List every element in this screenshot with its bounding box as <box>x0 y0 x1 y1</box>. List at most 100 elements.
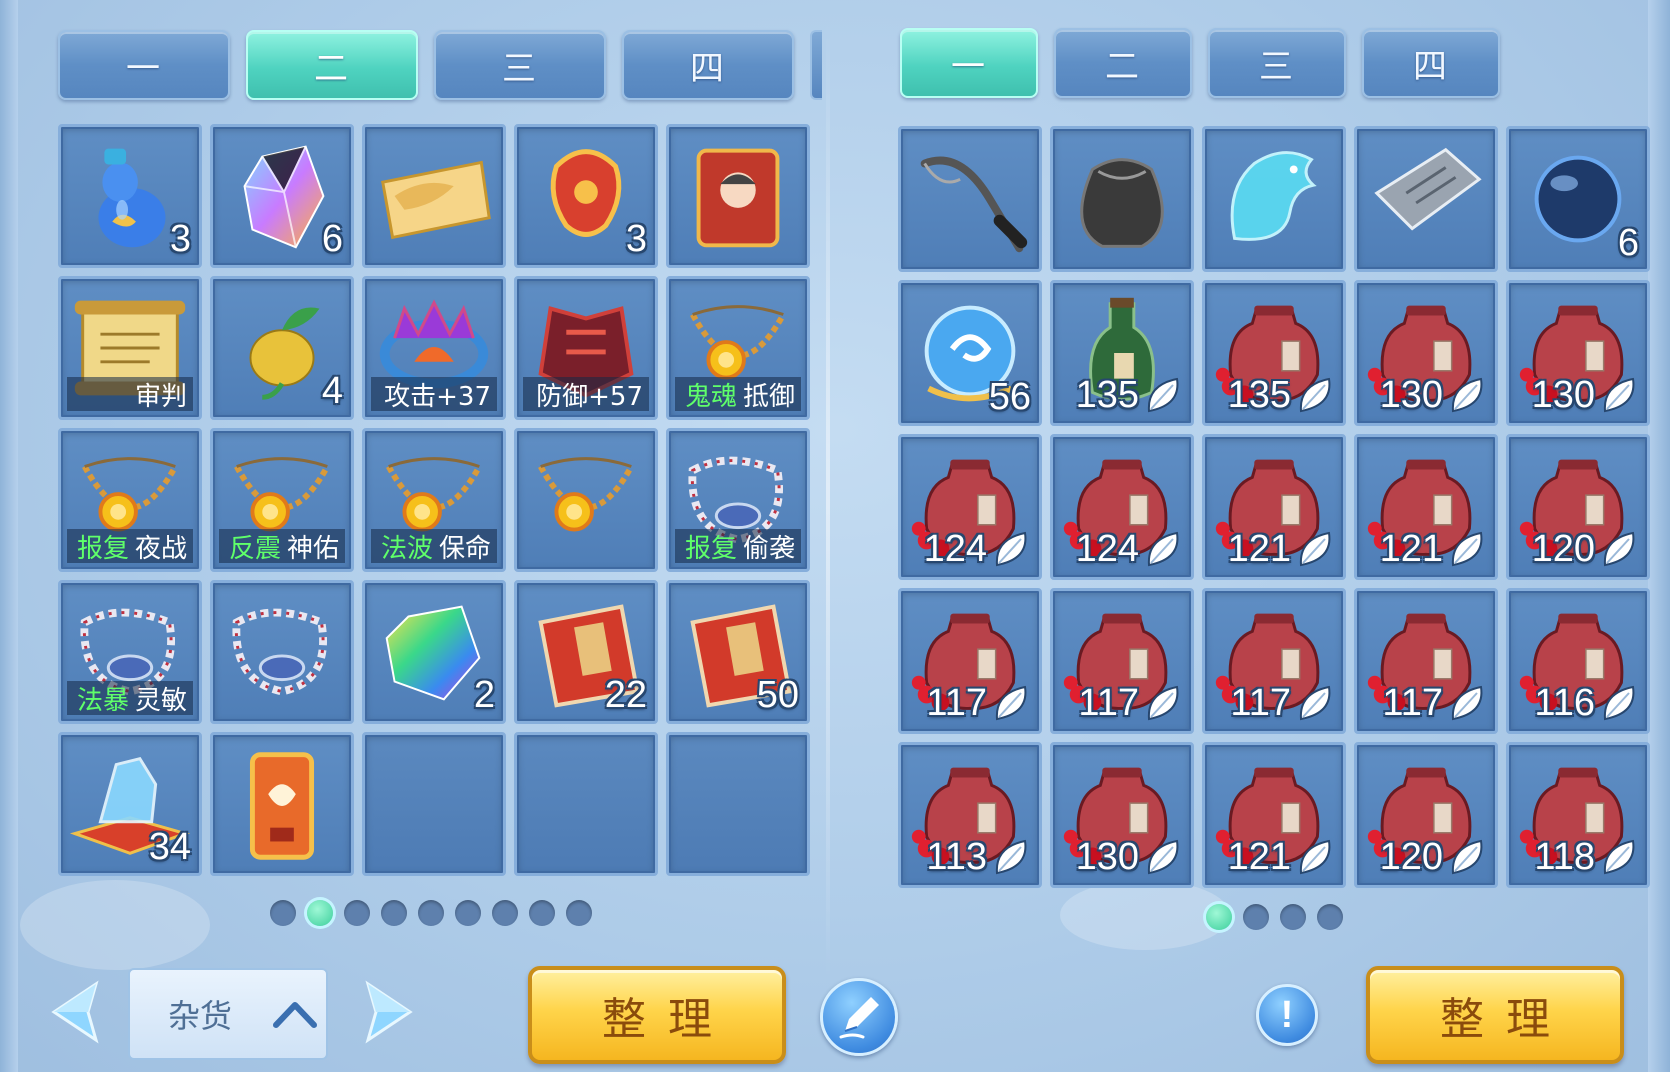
item-slot[interactable] <box>210 732 354 876</box>
item-slot[interactable] <box>1202 126 1346 272</box>
leaf-icon <box>1299 839 1331 875</box>
backpack-tab-overflow[interactable] <box>810 30 822 100</box>
storage-tab-1[interactable]: 一 <box>900 28 1038 98</box>
item-slot[interactable]: 116 <box>1506 588 1650 734</box>
item-slot[interactable] <box>666 124 810 268</box>
item-count: 6 <box>1617 222 1639 264</box>
leaf-icon <box>1147 377 1179 413</box>
item-slot[interactable]: 121 <box>1354 434 1498 580</box>
leaf-icon <box>1603 685 1635 721</box>
page-dot[interactable] <box>418 900 444 926</box>
item-slot[interactable] <box>210 580 354 724</box>
item-slot[interactable]: 118 <box>1506 742 1650 888</box>
item-slot[interactable]: 124 <box>898 434 1042 580</box>
storage-tab-4[interactable]: 四 <box>1362 28 1500 98</box>
page-dot[interactable] <box>1280 904 1306 930</box>
item-slot[interactable]: 124 <box>1050 434 1194 580</box>
rename-button[interactable] <box>820 978 898 1056</box>
item-count: 124 <box>923 528 987 570</box>
backpack-tab-2[interactable]: 二 <box>246 30 418 100</box>
prev-category-arrow-icon[interactable] <box>36 972 106 1052</box>
item-slot[interactable]: 防御+57 <box>514 276 658 420</box>
item-slot[interactable]: 121 <box>1202 742 1346 888</box>
item-slot[interactable]: 120 <box>1354 742 1498 888</box>
storage-tab-3[interactable]: 三 <box>1208 28 1346 98</box>
item-slot[interactable] <box>1050 126 1194 272</box>
item-affix-label: 鬼魂 抵御 <box>675 377 801 412</box>
item-slot[interactable]: 6 <box>1506 126 1650 272</box>
item-slot[interactable]: 法暴 灵敏 <box>58 580 202 724</box>
item-slot[interactable] <box>898 126 1042 272</box>
item-count: 113 <box>926 836 987 878</box>
item-slot[interactable]: 法波 保命 <box>362 428 506 572</box>
item-slot[interactable]: 130 <box>1506 280 1650 426</box>
item-slot[interactable]: 121 <box>1202 434 1346 580</box>
storage-tab-2[interactable]: 二 <box>1054 28 1192 98</box>
storage-grid: 6 56 135 135 130 130 124 124 121 121 120 117 117 117 1… <box>898 126 1650 888</box>
item-count: 130 <box>1531 374 1595 416</box>
page-dot[interactable] <box>1317 904 1343 930</box>
item-slot[interactable]: 135 <box>1202 280 1346 426</box>
item-slot[interactable] <box>514 428 658 572</box>
leaf-icon <box>1603 839 1635 875</box>
category-selector[interactable]: 杂货 <box>128 968 328 1060</box>
item-count: 117 <box>926 682 987 724</box>
item-count: 118 <box>1534 836 1595 878</box>
info-button[interactable]: ! <box>1256 984 1318 1046</box>
empty-slot[interactable] <box>666 732 810 876</box>
affix-special-text: 鬼魂 <box>684 381 737 412</box>
affix-text: 保命 <box>438 533 491 564</box>
page-dot[interactable] <box>1206 904 1232 930</box>
item-slot[interactable]: 50 <box>666 580 810 724</box>
page-dot[interactable] <box>381 900 407 926</box>
backpack-sort-button[interactable]: 整理 <box>528 966 786 1064</box>
page-dot[interactable] <box>1243 904 1269 930</box>
item-slot[interactable]: 3 <box>514 124 658 268</box>
item-slot[interactable]: 3 <box>58 124 202 268</box>
page-dot[interactable] <box>344 900 370 926</box>
black-pouch-icon <box>1080 158 1164 248</box>
page-dot[interactable] <box>270 900 296 926</box>
item-slot[interactable] <box>1354 126 1498 272</box>
empty-slot[interactable] <box>362 732 506 876</box>
storage-sort-button[interactable]: 整理 <box>1366 966 1624 1064</box>
item-slot[interactable]: 22 <box>514 580 658 724</box>
backpack-tab-3[interactable]: 三 <box>434 30 606 100</box>
item-slot[interactable]: 117 <box>1050 588 1194 734</box>
item-count: 121 <box>1379 528 1443 570</box>
item-count: 50 <box>756 674 799 716</box>
item-slot[interactable]: 4 <box>210 276 354 420</box>
item-slot[interactable]: 6 <box>210 124 354 268</box>
item-slot[interactable]: 117 <box>1202 588 1346 734</box>
page-dot[interactable] <box>566 900 592 926</box>
item-slot[interactable]: 报复 夜战 <box>58 428 202 572</box>
item-slot[interactable]: 117 <box>898 588 1042 734</box>
page-dot[interactable] <box>529 900 555 926</box>
page-dot[interactable] <box>492 900 518 926</box>
item-slot[interactable]: 135 <box>1050 280 1194 426</box>
item-slot[interactable]: 审判 <box>58 276 202 420</box>
item-slot[interactable]: 130 <box>1050 742 1194 888</box>
item-count: 121 <box>1227 528 1291 570</box>
item-slot[interactable]: 56 <box>898 280 1042 426</box>
backpack-tab-4[interactable]: 四 <box>622 30 794 100</box>
item-slot[interactable]: 34 <box>58 732 202 876</box>
backpack-tab-1[interactable]: 一 <box>58 30 230 100</box>
next-category-arrow-icon[interactable] <box>358 972 428 1052</box>
item-slot[interactable]: 130 <box>1354 280 1498 426</box>
item-slot[interactable]: 120 <box>1506 434 1650 580</box>
item-affix-label: 法波 保命 <box>371 529 497 564</box>
item-slot[interactable]: 113 <box>898 742 1042 888</box>
item-slot[interactable]: 攻击+37 <box>362 276 506 420</box>
empty-slot[interactable] <box>514 732 658 876</box>
page-dot[interactable] <box>307 900 333 926</box>
item-slot[interactable]: 报复 偷袭 <box>666 428 810 572</box>
item-count: 116 <box>1534 682 1595 724</box>
item-slot[interactable]: 2 <box>362 580 506 724</box>
item-slot[interactable]: 鬼魂 抵御 <box>666 276 810 420</box>
item-slot[interactable] <box>362 124 506 268</box>
item-slot[interactable]: 反震 神佑 <box>210 428 354 572</box>
page-dot[interactable] <box>455 900 481 926</box>
item-slot[interactable]: 117 <box>1354 588 1498 734</box>
phoenix-plaque-icon <box>249 752 315 860</box>
